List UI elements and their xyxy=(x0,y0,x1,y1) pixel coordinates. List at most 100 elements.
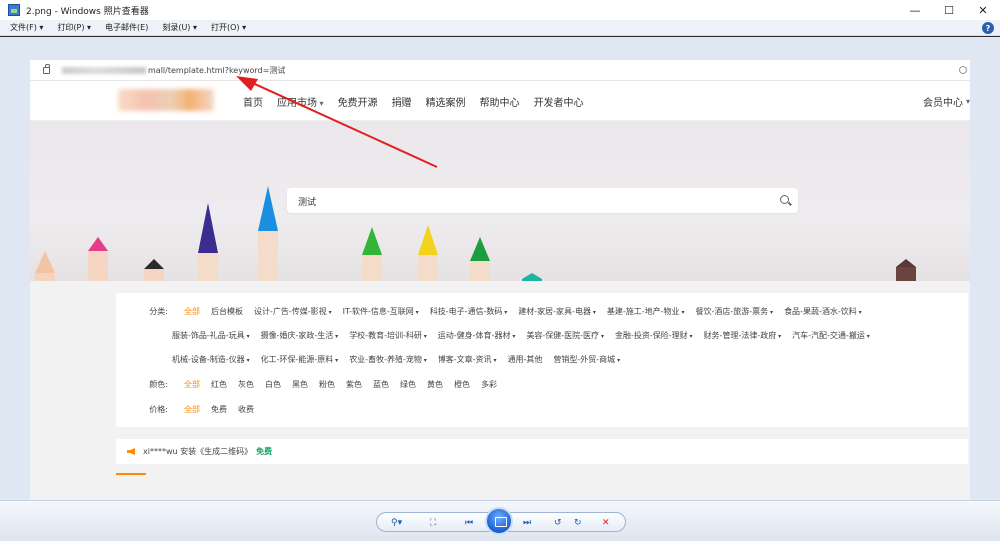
category-option: 金融-投资-保险-理财 xyxy=(615,330,693,341)
category-option: IT-软件-信息-互联网 xyxy=(343,306,419,317)
category-option: 汽车-汽配-交通-搬运 xyxy=(792,330,870,341)
nav-help: 帮助中心 xyxy=(479,97,520,109)
minimize-button[interactable]: — xyxy=(898,0,932,20)
color-option: 白色 xyxy=(265,380,281,389)
color-option: 绿色 xyxy=(400,380,416,389)
menu-open[interactable]: 打开(O) ▾ xyxy=(211,22,246,33)
browser-address-bar: mall/template.html?keyword=测试 xyxy=(30,60,970,81)
category-filter-row: 分类: 全部 后台模板 设计-广告-传媒-影视 IT-软件-信息-互联网 科技-… xyxy=(116,306,873,317)
install-notice: xi****wu 安装《生成二维码》 免费 xyxy=(116,439,968,464)
category-filter-row-3: 机械-设备-制造-仪器 化工-环保-能源-原料 农业-畜牧-养殖-宠物 博客-文… xyxy=(172,354,631,365)
slideshow-button[interactable] xyxy=(485,507,513,535)
nav-developer: 开发者中心 xyxy=(533,97,584,109)
search-box: 测试 xyxy=(287,188,798,213)
price-label: 价格: xyxy=(149,405,168,414)
address-url: mall/template.html?keyword=测试 xyxy=(148,65,286,75)
category-option: 全部 xyxy=(184,307,200,316)
megaphone-icon xyxy=(127,448,135,455)
photo-viewer-icon xyxy=(8,4,20,16)
category-option: 博客-文章-资讯 xyxy=(438,354,497,365)
pencil-illustration xyxy=(144,259,164,281)
color-filter-row: 颜色: 全部 红色 灰色 白色 黑色 粉色 紫色 蓝色 绿色 黄色 橙色 多彩 xyxy=(116,379,508,390)
window-titlebar: 2.png - Windows 照片查看器 — ☐ ✕ xyxy=(0,0,1000,20)
category-option: 化工-环保-能源-原料 xyxy=(261,354,339,365)
redacted-domain xyxy=(62,66,146,74)
category-filter-row-2: 服装-饰品-礼品-玩具 摄像-婚庆-家政-生活 学校-教育-培训-科研 运动-健… xyxy=(172,330,881,341)
price-option: 收费 xyxy=(238,405,254,414)
pencil-illustration xyxy=(522,273,542,281)
menu-email[interactable]: 电子邮件(E) xyxy=(105,22,148,33)
menu-print[interactable]: 打印(P) ▾ xyxy=(57,22,91,33)
category-option: 机械-设备-制造-仪器 xyxy=(172,354,250,365)
price-filter-row: 价格: 全部 免费 收费 xyxy=(116,404,265,415)
zoom-button[interactable]: ⚲▾ xyxy=(391,517,402,529)
price-option: 免费 xyxy=(211,405,227,414)
color-option: 全部 xyxy=(184,380,200,389)
category-option: 美容-保健-医院-医疗 xyxy=(526,330,604,341)
category-option: 农业-畜牧-养殖-宠物 xyxy=(349,354,427,365)
category-option: 建材-家居-家具-电器 xyxy=(518,306,596,317)
rotate-cw-button[interactable]: ↻ xyxy=(574,517,582,529)
site-nav: 首页 应用市场 免费开源 捐赠 精选案例 帮助中心 开发者中心 xyxy=(243,81,598,121)
category-option: 基建-施工-地产-物业 xyxy=(607,306,685,317)
nav-free-open-source: 免费开源 xyxy=(337,97,378,109)
site-logo xyxy=(118,89,214,111)
pencil-illustration xyxy=(470,237,490,281)
pencil-illustration xyxy=(418,225,438,281)
window-title: 2.png - Windows 照片查看器 xyxy=(26,6,149,17)
fit-window-button[interactable]: ⛶ xyxy=(430,517,436,529)
pencil-illustration xyxy=(896,259,916,281)
pencil-illustration xyxy=(198,203,218,281)
delete-button[interactable]: ✕ xyxy=(602,517,610,529)
category-option: 科技-电子-通信-数码 xyxy=(430,306,508,317)
pencil-illustration xyxy=(362,227,382,281)
color-option: 橙色 xyxy=(454,380,470,389)
category-option: 餐饮-酒店-旅游-票务 xyxy=(695,306,773,317)
menu-file[interactable]: 文件(F) ▾ xyxy=(10,22,43,33)
nav-home: 首页 xyxy=(243,97,263,109)
maximize-button[interactable]: ☐ xyxy=(932,0,966,20)
color-label: 颜色: xyxy=(149,380,168,389)
help-icon[interactable]: ? xyxy=(982,22,994,34)
color-option: 粉色 xyxy=(319,380,335,389)
search-query: 测试 xyxy=(298,198,317,208)
menu-bar: 文件(F) ▾ 打印(P) ▾ 电子邮件(E) 刻录(U) ▾ 打开(O) ▾ xyxy=(0,20,1000,36)
displayed-image: mall/template.html?keyword=测试 首页 应用市场 免费… xyxy=(30,60,970,514)
price-option: 全部 xyxy=(184,405,200,414)
tab-underline xyxy=(116,473,146,475)
rotate-ccw-button[interactable]: ↺ xyxy=(554,517,562,529)
color-option: 灰色 xyxy=(238,380,254,389)
pencil-illustration xyxy=(88,237,108,281)
next-button[interactable]: ⏭ xyxy=(523,517,531,529)
category-option: 设计-广告-传媒-影视 xyxy=(254,306,332,317)
image-viewport: mall/template.html?keyword=测试 首页 应用市场 免费… xyxy=(0,37,1000,514)
color-option: 蓝色 xyxy=(373,380,389,389)
pencil-illustration xyxy=(258,186,278,281)
category-option: 学校-教育-培训-科研 xyxy=(349,330,427,341)
previous-button[interactable]: ⏮ xyxy=(465,517,473,529)
category-label: 分类: xyxy=(149,307,168,316)
color-option: 红色 xyxy=(211,380,227,389)
category-option: 后台模板 xyxy=(211,307,243,316)
pencil-illustration xyxy=(35,251,55,281)
notice-text: xi****wu 安装《生成二维码》 xyxy=(143,447,253,456)
search-icon xyxy=(780,195,789,204)
hero-banner: 测试 xyxy=(30,121,970,281)
notice-free-tag: 免费 xyxy=(256,447,273,456)
menu-burn[interactable]: 刻录(U) ▾ xyxy=(162,22,197,33)
color-option: 紫色 xyxy=(346,380,362,389)
category-option: 摄像-婚庆-家政-生活 xyxy=(261,330,339,341)
nav-cases: 精选案例 xyxy=(425,97,466,109)
extension-icon xyxy=(959,66,967,74)
category-option: 食品-果蔬-酒水-饮料 xyxy=(784,306,862,317)
category-option: 通用-其他 xyxy=(507,355,543,364)
category-option: 营销型-外贸-商城 xyxy=(553,354,620,365)
category-option: 财务-管理-法律-政府 xyxy=(704,330,782,341)
nav-donate: 捐赠 xyxy=(391,97,412,109)
nav-app-market: 应用市场 xyxy=(277,94,324,109)
color-option: 黄色 xyxy=(427,380,443,389)
color-option: 黑色 xyxy=(292,380,308,389)
member-center: 会员中心 xyxy=(923,81,970,121)
filter-panel: 分类: 全部 后台模板 设计-广告-传媒-影视 IT-软件-信息-互联网 科技-… xyxy=(116,293,968,427)
close-button[interactable]: ✕ xyxy=(966,0,1000,20)
